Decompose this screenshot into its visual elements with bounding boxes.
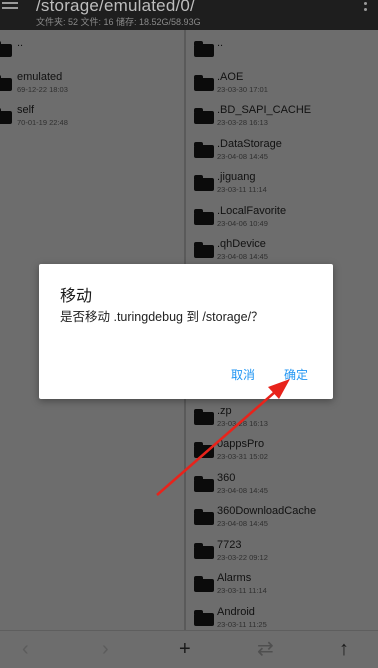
list-item[interactable]: .. — [0, 33, 184, 67]
item-name: self — [17, 104, 35, 116]
item-name: emulated — [17, 71, 63, 83]
folder-icon — [194, 242, 214, 258]
dialog-message: 是否移动 .turingdebug 到 /storage/？ — [60, 310, 264, 324]
move-dialog: 移动 是否移动 .turingdebug 到 /storage/？ 取消 确定 — [39, 264, 333, 399]
list-item[interactable]: .AOE 23-03-30 17:01 — [186, 67, 378, 101]
dialog-title: 移动 — [60, 288, 93, 305]
item-name: 360DownloadCache — [217, 505, 317, 517]
item-date: 23-04-08 14:45 — [217, 519, 268, 528]
list-item[interactable]: Alarms 23-03-11 11:14 — [186, 568, 378, 602]
swap-panes-button[interactable]: ⇄ — [257, 639, 274, 659]
folder-icon — [194, 610, 214, 626]
item-date: 23-03-31 15:02 — [217, 452, 268, 461]
folder-icon — [194, 576, 214, 592]
list-item[interactable]: .BD_SAPI_CACHE 23-03-28 16:13 — [186, 100, 378, 134]
confirm-button[interactable]: 确定 — [284, 366, 308, 383]
bottom-bar: ‹ › + ⇄ ↑ — [0, 630, 378, 668]
list-item[interactable]: .zp 23-03-28 16:13 — [186, 401, 378, 435]
folder-icon — [194, 175, 214, 191]
folder-icon — [194, 509, 214, 525]
top-bar: /storage/emulated/0/ 文件夹: 52 文件: 16 储存: … — [0, 0, 378, 30]
folder-icon — [194, 142, 214, 158]
item-name: 360 — [217, 472, 236, 484]
folder-icon — [194, 209, 214, 225]
item-date: 23-03-28 16:13 — [217, 419, 268, 428]
list-item[interactable]: 360 23-04-08 14:45 — [186, 468, 378, 502]
item-date: 23-03-28 16:13 — [217, 118, 268, 127]
item-name: .zp — [217, 405, 232, 417]
item-name: Android — [217, 606, 255, 618]
item-date: 69-12-22 18:03 — [17, 85, 68, 94]
folder-icon — [194, 476, 214, 492]
folder-icon — [0, 108, 12, 124]
folder-icon — [0, 75, 12, 91]
item-name: .. — [217, 37, 224, 49]
current-path: /storage/emulated/0/ — [36, 0, 195, 15]
list-item[interactable]: .. — [186, 33, 378, 67]
item-date: 23-04-08 14:45 — [217, 152, 268, 161]
list-item[interactable]: Android 23-03-11 11:25 — [186, 602, 378, 630]
item-name: .. — [17, 37, 24, 49]
cancel-button[interactable]: 取消 — [231, 366, 255, 383]
folder-icon — [194, 543, 214, 559]
item-name: .DataStorage — [217, 138, 282, 150]
item-date: 23-03-30 17:01 — [217, 85, 268, 94]
item-name: .jiguang — [217, 171, 256, 183]
folder-icon — [194, 108, 214, 124]
item-name: .AOE — [217, 71, 244, 83]
item-name: .LocalFavorite — [217, 205, 287, 217]
storage-stats: 文件夹: 52 文件: 16 储存: 18.52G/58.93G — [36, 17, 201, 27]
folder-icon — [194, 41, 214, 57]
item-date: 23-03-11 11:25 — [217, 620, 267, 629]
item-name: Alarms — [217, 572, 252, 584]
list-item[interactable]: .LocalFavorite 23-04-06 10:49 — [186, 201, 378, 235]
list-item[interactable]: 7723 23-03-22 09:12 — [186, 535, 378, 569]
go-up-button[interactable]: ↑ — [339, 639, 349, 659]
add-button[interactable]: + — [179, 639, 191, 659]
folder-icon — [194, 409, 214, 425]
item-date: 23-04-08 14:45 — [217, 486, 268, 495]
folder-icon — [0, 41, 12, 57]
folder-icon — [194, 442, 214, 458]
item-name: 0appsPro — [217, 438, 265, 450]
list-item[interactable]: .qhDevice 23-04-08 14:45 — [186, 234, 378, 268]
list-item[interactable]: 0appsPro 23-03-31 15:02 — [186, 434, 378, 468]
list-item[interactable]: .jiguang 23-03-11 11:14 — [186, 167, 378, 201]
file-manager-screen: /storage/emulated/0/ 文件夹: 52 文件: 16 储存: … — [0, 0, 378, 668]
item-date: 23-04-06 10:49 — [217, 219, 268, 228]
folder-icon — [194, 75, 214, 91]
item-date: 23-04-08 14:45 — [217, 252, 268, 261]
list-item[interactable]: 360DownloadCache 23-04-08 14:45 — [186, 501, 378, 535]
item-date: 23-03-22 09:12 — [217, 553, 268, 562]
item-name: .qhDevice — [217, 238, 266, 250]
forward-button[interactable]: › — [102, 639, 109, 659]
item-date: 23-03-11 11:14 — [217, 185, 267, 194]
item-date: 70-01-19 22:48 — [17, 118, 68, 127]
more-options-icon[interactable] — [364, 2, 368, 14]
item-date: 23-03-11 11:14 — [217, 586, 267, 595]
list-item[interactable]: self 70-01-19 22:48 — [0, 100, 184, 134]
list-item[interactable]: emulated 69-12-22 18:03 — [0, 67, 184, 101]
item-name: .BD_SAPI_CACHE — [217, 104, 312, 116]
menu-icon[interactable] — [2, 2, 18, 14]
list-item[interactable]: .DataStorage 23-04-08 14:45 — [186, 134, 378, 168]
item-name: 7723 — [217, 539, 242, 551]
back-button[interactable]: ‹ — [22, 639, 29, 659]
